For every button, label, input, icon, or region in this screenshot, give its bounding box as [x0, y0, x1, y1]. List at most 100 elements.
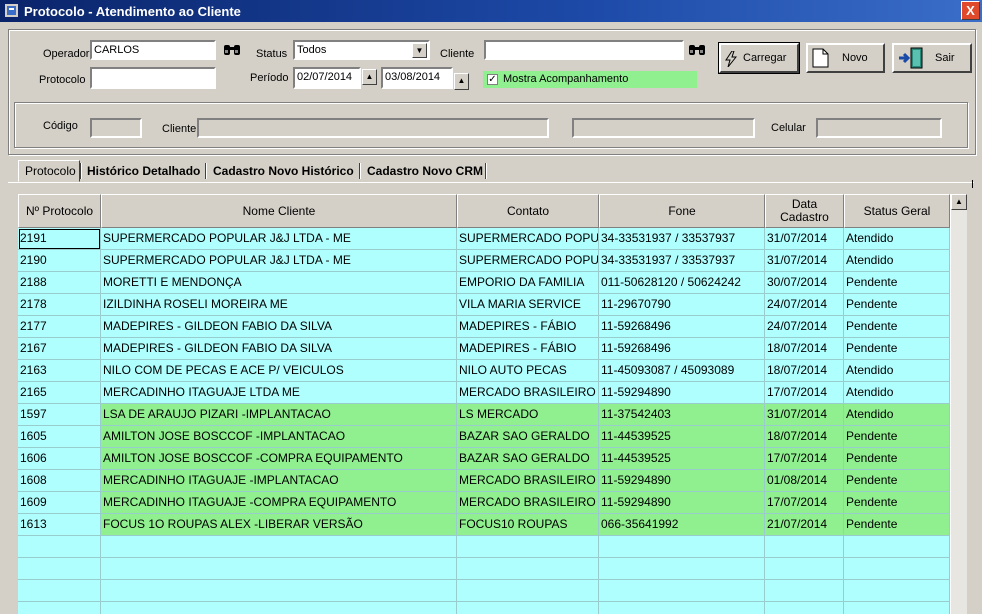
- mostra-acompanhamento-checkbox[interactable]: ✓ Mostra Acompanhamento: [483, 71, 697, 88]
- cell-contato[interactable]: BAZAR SAO GERALDO: [457, 426, 599, 448]
- cell-nome-cliente[interactable]: MADEPIRES - GILDEON FABIO DA SILVA: [101, 338, 457, 360]
- table-row[interactable]: 2177 MADEPIRES - GILDEON FABIO DA SILVA MA…: [18, 316, 950, 338]
- table-row[interactable]: 1613 FOCUS 1O ROUPAS ALEX -LIBERAR VERSÃO…: [18, 514, 950, 536]
- periodo-to-input[interactable]: 03/08/2014: [381, 67, 453, 89]
- cell-status-geral[interactable]: Pendente: [844, 338, 950, 360]
- cell-data-cadastro[interactable]: 17/07/2014: [765, 492, 844, 514]
- col-header-fone[interactable]: Fone: [599, 194, 765, 228]
- cell-contato[interactable]: MERCADO BRASILEIRO: [457, 470, 599, 492]
- cell-fone[interactable]: 066-35641992: [599, 514, 765, 536]
- cell-fone[interactable]: 11-59294890: [599, 470, 765, 492]
- cell-contato[interactable]: [457, 536, 599, 558]
- cell-nome-cliente[interactable]: SUPERMERCADO POPULAR J&J LTDA - ME: [101, 250, 457, 272]
- sair-button[interactable]: Sair: [892, 43, 972, 73]
- cell-fone[interactable]: [599, 558, 765, 580]
- cell-contato[interactable]: BAZAR SAO GERALDO: [457, 448, 599, 470]
- status-select[interactable]: Todos ▼: [293, 40, 430, 60]
- cell-contato[interactable]: VILA MARIA SERVICE: [457, 294, 599, 316]
- table-row[interactable]: 1597 LSA DE ARAUJO PIZARI -IMPLANTACAO LS …: [18, 404, 950, 426]
- cell-protocolo[interactable]: 1613: [18, 514, 101, 536]
- tab-protocolo[interactable]: Protocolo: [18, 160, 80, 182]
- cell-status-geral[interactable]: Atendido: [844, 382, 950, 404]
- cell-nome-cliente[interactable]: FOCUS 1O ROUPAS ALEX -LIBERAR VERSÃO: [101, 514, 457, 536]
- table-row[interactable]: 2191 SUPERMERCADO POPULAR J&J LTDA - ME SU…: [18, 228, 950, 250]
- tab-cadastro-novo-crm[interactable]: Cadastro Novo CRM: [367, 160, 483, 182]
- cell-fone[interactable]: 34-33531937 / 33537937: [599, 228, 765, 250]
- grid-vertical-scrollbar[interactable]: ▲: [950, 194, 967, 614]
- cell-protocolo[interactable]: 2167: [18, 338, 101, 360]
- carregar-button[interactable]: Carregar: [718, 42, 800, 74]
- cell-contato[interactable]: NILO AUTO PECAS: [457, 360, 599, 382]
- cell-status-geral[interactable]: Pendente: [844, 492, 950, 514]
- cell-status-geral[interactable]: [844, 536, 950, 558]
- cliente-search-button[interactable]: [687, 41, 707, 59]
- cell-contato[interactable]: [457, 580, 599, 602]
- cell-nome-cliente[interactable]: MERCADINHO ITAGUAJE -IMPLANTACAO: [101, 470, 457, 492]
- operador-input[interactable]: CARLOS: [90, 40, 216, 60]
- scroll-up-icon[interactable]: ▲: [951, 194, 967, 210]
- tab-cadastro-novo-historico[interactable]: Cadastro Novo Histórico: [213, 160, 354, 182]
- table-row[interactable]: 2163 NILO COM DE PECAS E ACE P/ VEICULOS N…: [18, 360, 950, 382]
- cell-contato[interactable]: SUPERMERCADO POPULAR: [457, 250, 599, 272]
- operador-search-button[interactable]: [222, 41, 242, 59]
- cell-protocolo[interactable]: 1606: [18, 448, 101, 470]
- empty-table-row[interactable]: [18, 602, 950, 614]
- cell-contato[interactable]: FOCUS10 ROUPAS: [457, 514, 599, 536]
- col-header-protocolo[interactable]: Nº Protocolo: [18, 194, 101, 228]
- cell-data-cadastro[interactable]: 18/07/2014: [765, 360, 844, 382]
- cell-data-cadastro[interactable]: [765, 602, 844, 614]
- cell-data-cadastro[interactable]: 31/07/2014: [765, 228, 844, 250]
- cell-nome-cliente[interactable]: AMILTON JOSE BOSCCOF -IMPLANTACAO: [101, 426, 457, 448]
- cell-status-geral[interactable]: [844, 580, 950, 602]
- table-row[interactable]: 1606 AMILTON JOSE BOSCCOF -COMPRA EQUIPAM…: [18, 448, 950, 470]
- cell-data-cadastro[interactable]: 17/07/2014: [765, 448, 844, 470]
- cell-fone[interactable]: 11-59268496: [599, 338, 765, 360]
- table-row[interactable]: 2178 IZILDINHA ROSELI MOREIRA ME VILA MARI…: [18, 294, 950, 316]
- cell-data-cadastro[interactable]: 24/07/2014: [765, 316, 844, 338]
- cell-fone[interactable]: 34-33531937 / 33537937: [599, 250, 765, 272]
- cell-protocolo[interactable]: 1609: [18, 492, 101, 514]
- cell-data-cadastro[interactable]: 31/07/2014: [765, 404, 844, 426]
- cell-protocolo[interactable]: 2190: [18, 250, 101, 272]
- cell-contato[interactable]: SUPERMERCADO POPULAR: [457, 228, 599, 250]
- cell-status-geral[interactable]: Atendido: [844, 404, 950, 426]
- cell-status-geral[interactable]: Pendente: [844, 316, 950, 338]
- cell-status-geral[interactable]: Atendido: [844, 250, 950, 272]
- cell-protocolo[interactable]: 2163: [18, 360, 101, 382]
- periodo-from-spin-button[interactable]: ▲: [362, 69, 377, 85]
- cell-contato[interactable]: MADEPIRES - FÁBIO: [457, 316, 599, 338]
- cell-status-geral[interactable]: Pendente: [844, 514, 950, 536]
- cell-nome-cliente[interactable]: NILO COM DE PECAS E ACE P/ VEICULOS: [101, 360, 457, 382]
- cell-fone[interactable]: 11-45093087 / 45093089: [599, 360, 765, 382]
- cell-nome-cliente[interactable]: MERCADINHO ITAGUAJE -COMPRA EQUIPAMENTO: [101, 492, 457, 514]
- cell-protocolo[interactable]: 2165: [18, 382, 101, 404]
- protocolo-input[interactable]: [90, 67, 216, 89]
- cell-fone[interactable]: 011-50628120 / 50624242: [599, 272, 765, 294]
- protocol-grid[interactable]: Nº Protocolo Nome Cliente Contato Fone D…: [18, 194, 950, 614]
- cell-status-geral[interactable]: Pendente: [844, 426, 950, 448]
- cell-protocolo[interactable]: 2178: [18, 294, 101, 316]
- table-row[interactable]: 2190 SUPERMERCADO POPULAR J&J LTDA - ME SU…: [18, 250, 950, 272]
- cell-contato[interactable]: LS MERCADO: [457, 404, 599, 426]
- cell-data-cadastro[interactable]: 24/07/2014: [765, 294, 844, 316]
- cell-status-geral[interactable]: Atendido: [844, 228, 950, 250]
- table-row[interactable]: 1608 MERCADINHO ITAGUAJE -IMPLANTACAO MERC…: [18, 470, 950, 492]
- cell-data-cadastro[interactable]: 30/07/2014: [765, 272, 844, 294]
- cell-contato[interactable]: EMPORIO DA FAMILIA: [457, 272, 599, 294]
- periodo-to-spin-button[interactable]: ▲: [454, 73, 469, 90]
- cell-nome-cliente[interactable]: AMILTON JOSE BOSCCOF -COMPRA EQUIPAMENTO: [101, 448, 457, 470]
- cliente-filter-input[interactable]: [484, 40, 684, 60]
- cell-data-cadastro[interactable]: [765, 580, 844, 602]
- cell-protocolo[interactable]: 1605: [18, 426, 101, 448]
- cell-status-geral[interactable]: Pendente: [844, 448, 950, 470]
- empty-table-row[interactable]: [18, 580, 950, 602]
- cell-protocolo[interactable]: 1597: [18, 404, 101, 426]
- cell-fone[interactable]: 11-44539525: [599, 448, 765, 470]
- cell-nome-cliente[interactable]: MORETTI E MENDONÇA: [101, 272, 457, 294]
- table-row[interactable]: 1605 AMILTON JOSE BOSCCOF -IMPLANTACAO BAZ…: [18, 426, 950, 448]
- cell-nome-cliente[interactable]: IZILDINHA ROSELI MOREIRA ME: [101, 294, 457, 316]
- cell-fone[interactable]: 11-59294890: [599, 492, 765, 514]
- cell-status-geral[interactable]: Pendente: [844, 294, 950, 316]
- cell-contato[interactable]: MERCADO BRASILEIRO: [457, 492, 599, 514]
- table-row[interactable]: 1609 MERCADINHO ITAGUAJE -COMPRA EQUIPAME…: [18, 492, 950, 514]
